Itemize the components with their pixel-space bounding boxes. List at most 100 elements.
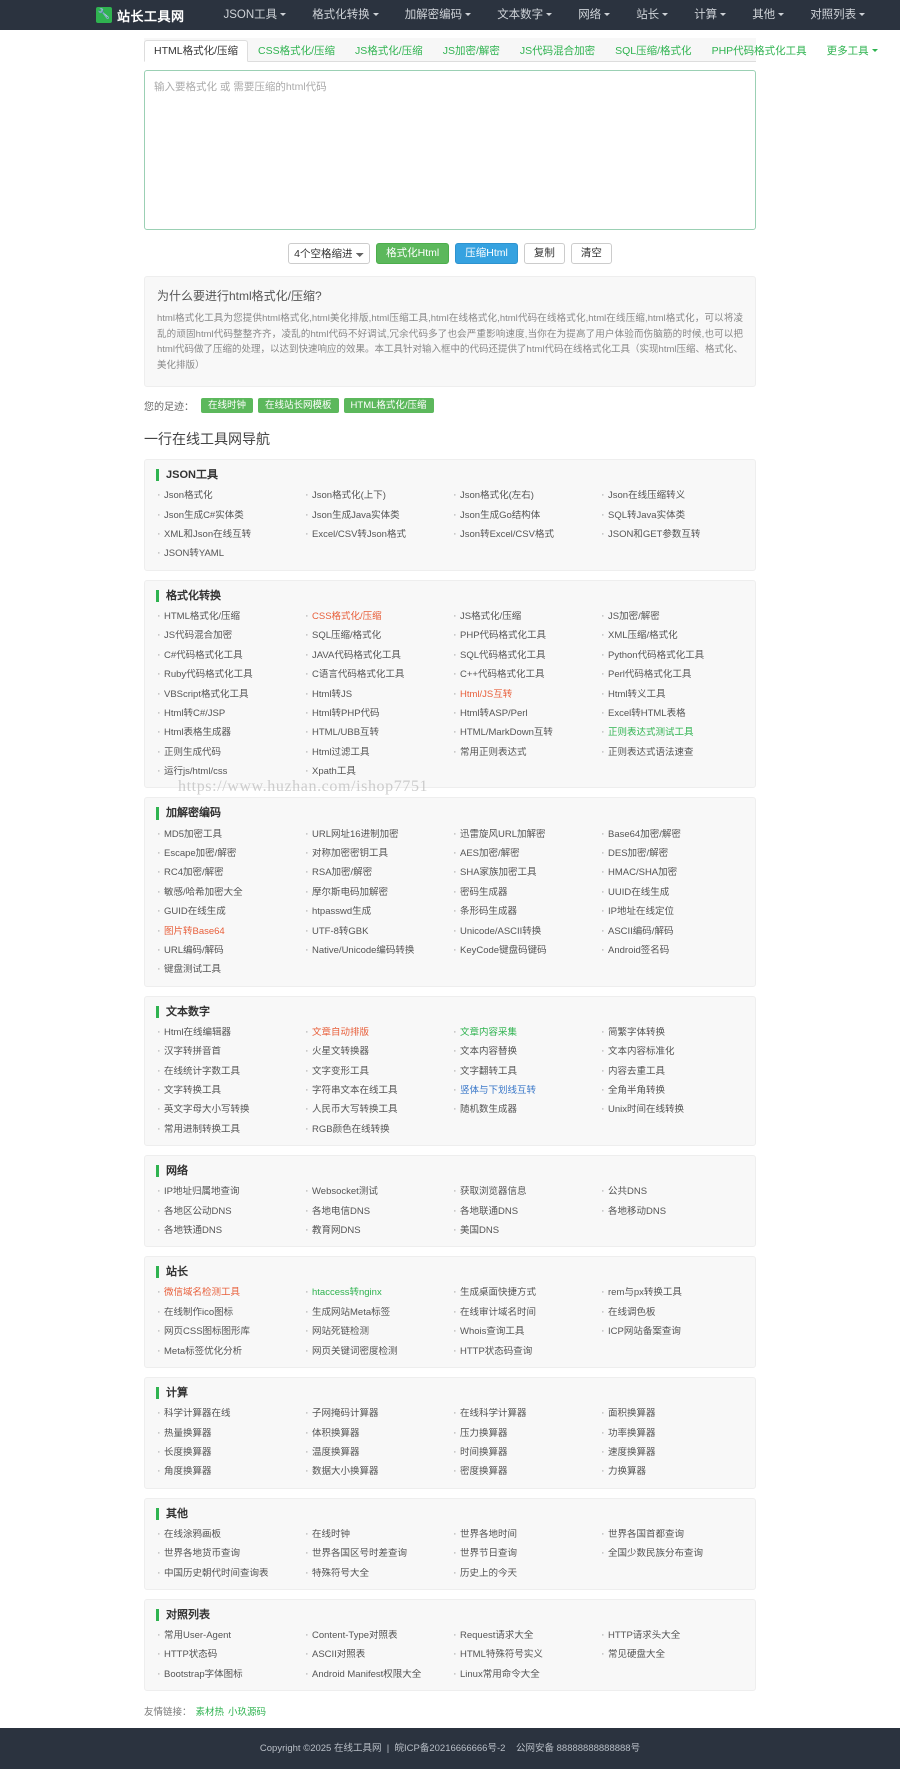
tool-link[interactable]: HTML/UBB互转 — [304, 727, 448, 738]
tool-link[interactable]: 在线统计字数工具 — [156, 1066, 300, 1077]
tool-link[interactable]: 各地铁通DNS — [156, 1225, 300, 1236]
tab-item[interactable]: JS格式化/压缩 — [345, 40, 433, 63]
tool-link[interactable]: CSS格式化/压缩 — [304, 611, 448, 622]
tool-link[interactable]: rem与px转换工具 — [600, 1287, 744, 1298]
tool-link[interactable]: Whois查询工具 — [452, 1326, 596, 1337]
tool-link[interactable]: URL编码/解码 — [156, 945, 300, 956]
tool-link[interactable]: HTML特殊符号实义 — [452, 1649, 596, 1660]
tool-link[interactable]: 世界节日查询 — [452, 1548, 596, 1559]
tool-link[interactable]: MD5加密工具 — [156, 829, 300, 840]
friendly-link[interactable]: 小玖源码 — [228, 1707, 266, 1718]
nav-item-network[interactable]: 网络 — [565, 0, 623, 30]
tool-link[interactable]: Unicode/ASCII转换 — [452, 926, 596, 937]
tool-link[interactable]: HTTP状态码查询 — [452, 1346, 596, 1357]
tool-link[interactable]: Html在线编辑器 — [156, 1027, 300, 1038]
tool-link[interactable]: 字符串文本在线工具 — [304, 1085, 448, 1096]
tool-link[interactable]: 内容去重工具 — [600, 1066, 744, 1077]
tool-link[interactable]: XML和Json在线互转 — [156, 529, 300, 540]
tab-item[interactable]: CSS格式化/压缩 — [248, 40, 345, 63]
tool-link[interactable]: 时间换算器 — [452, 1447, 596, 1458]
tool-link[interactable]: RSA加密/解密 — [304, 867, 448, 878]
tool-link[interactable]: 生成桌面快捷方式 — [452, 1287, 596, 1298]
tool-link[interactable]: C#代码格式化工具 — [156, 650, 300, 661]
tool-link[interactable]: 常见硬盘大全 — [600, 1649, 744, 1660]
tool-link[interactable]: 在线时钟 — [304, 1529, 448, 1540]
tool-link[interactable]: SQL压缩/格式化 — [304, 630, 448, 641]
tool-link[interactable]: 世界各国首都查询 — [600, 1529, 744, 1540]
tool-link[interactable]: 常用正则表达式 — [452, 747, 596, 758]
tool-link[interactable]: Json格式化 — [156, 490, 300, 501]
tool-link[interactable]: 获取浏览器信息 — [452, 1186, 596, 1197]
tool-link[interactable]: 正则表达式语法速查 — [600, 747, 744, 758]
tool-link[interactable]: Linux常用命令大全 — [452, 1669, 596, 1680]
tool-link[interactable]: RC4加密/解密 — [156, 867, 300, 878]
tool-link[interactable]: JS加密/解密 — [600, 611, 744, 622]
nav-item-calc[interactable]: 计算 — [681, 0, 739, 30]
nav-item-other[interactable]: 其他 — [739, 0, 797, 30]
tool-link[interactable]: Unix时间在线转换 — [600, 1104, 744, 1115]
tool-link[interactable]: 文章内容采集 — [452, 1027, 596, 1038]
tool-link[interactable]: Html/JS互转 — [452, 689, 596, 700]
tool-link[interactable]: PHP代码格式化工具 — [452, 630, 596, 641]
tool-link[interactable]: Json生成Go结构体 — [452, 510, 596, 521]
tool-link[interactable]: IP地址归属地查询 — [156, 1186, 300, 1197]
tool-link[interactable]: HTTP请求头大全 — [600, 1630, 744, 1641]
tool-link[interactable]: 微信域名检测工具 — [156, 1287, 300, 1298]
html-code-input[interactable] — [144, 70, 756, 230]
tool-link[interactable]: 在线科学计算器 — [452, 1408, 596, 1419]
tool-link[interactable]: 世界各国区号时差查询 — [304, 1548, 448, 1559]
tool-link[interactable]: XML压缩/格式化 — [600, 630, 744, 641]
tool-link[interactable]: 各地区公动DNS — [156, 1206, 300, 1217]
tool-link[interactable]: UUID在线生成 — [600, 887, 744, 898]
tool-link[interactable]: 汉字转拼音首 — [156, 1046, 300, 1057]
tool-link[interactable]: 各地移动DNS — [600, 1206, 744, 1217]
tool-link[interactable]: 摩尔斯电码加解密 — [304, 887, 448, 898]
tool-link[interactable]: 面积换算器 — [600, 1408, 744, 1419]
tool-link[interactable]: 在线涂鸦画板 — [156, 1529, 300, 1540]
tool-link[interactable]: C语言代码格式化工具 — [304, 669, 448, 680]
tool-link[interactable]: 文本内容标准化 — [600, 1046, 744, 1057]
tab-item[interactable]: HTML格式化/压缩 — [144, 39, 248, 62]
tool-link[interactable]: 正则表达式测试工具 — [600, 727, 744, 738]
tool-link[interactable]: Json生成C#实体类 — [156, 510, 300, 521]
tool-link[interactable]: GUID在线生成 — [156, 906, 300, 917]
tool-link[interactable]: SQL代码格式化工具 — [452, 650, 596, 661]
tool-link[interactable]: Request请求大全 — [452, 1630, 596, 1641]
tool-link[interactable]: ICP网站备案查询 — [600, 1326, 744, 1337]
tool-link[interactable]: 对称加密密钥工具 — [304, 848, 448, 859]
tool-link[interactable]: Android签名码 — [600, 945, 744, 956]
tool-link[interactable]: Json转Excel/CSV格式 — [452, 529, 596, 540]
format-html-button[interactable]: 格式化Html — [376, 243, 450, 264]
tool-link[interactable]: IP地址在线定位 — [600, 906, 744, 917]
tool-link[interactable]: C++代码格式化工具 — [452, 669, 596, 680]
tool-link[interactable]: Websocket测试 — [304, 1186, 448, 1197]
tool-link[interactable]: JAVA代码格式化工具 — [304, 650, 448, 661]
tool-link[interactable]: 教育网DNS — [304, 1225, 448, 1236]
tool-link[interactable]: 特殊符号大全 — [304, 1568, 448, 1579]
tool-link[interactable]: Python代码格式化工具 — [600, 650, 744, 661]
tool-link[interactable]: Html转JS — [304, 689, 448, 700]
footer-icp[interactable]: 皖ICP备20216666666号-2 — [395, 1743, 506, 1754]
tool-link[interactable]: Content-Type对照表 — [304, 1630, 448, 1641]
indent-select[interactable]: 4个空格缩进 — [288, 243, 371, 264]
tool-link[interactable]: AES加密/解密 — [452, 848, 596, 859]
tool-link[interactable]: Html转C#/JSP — [156, 708, 300, 719]
tool-link[interactable]: Bootstrap字体图标 — [156, 1669, 300, 1680]
tab-item[interactable]: SQL压缩/格式化 — [605, 40, 701, 63]
tool-link[interactable]: 中国历史朝代时间查询表 — [156, 1568, 300, 1579]
tool-link[interactable]: 科学计算器在线 — [156, 1408, 300, 1419]
tool-link[interactable]: 常用进制转换工具 — [156, 1124, 300, 1135]
tool-link[interactable]: 条形码生成器 — [452, 906, 596, 917]
tool-link[interactable]: 文本内容替换 — [452, 1046, 596, 1057]
friendly-link[interactable]: 素材热 — [196, 1707, 225, 1718]
tool-link[interactable]: Perl代码格式化工具 — [600, 669, 744, 680]
tool-link[interactable]: 在线审计域名时间 — [452, 1307, 596, 1318]
tool-link[interactable]: 迅雷旋风URL加解密 — [452, 829, 596, 840]
tool-link[interactable]: 网站死链检测 — [304, 1326, 448, 1337]
copy-button[interactable]: 复制 — [523, 243, 565, 264]
tool-link[interactable]: VBScript格式化工具 — [156, 689, 300, 700]
tool-link[interactable]: KeyCode键盘码键码 — [452, 945, 596, 956]
tool-link[interactable]: 世界各地货币查询 — [156, 1548, 300, 1559]
clear-button[interactable]: 清空 — [570, 243, 612, 264]
tool-link[interactable]: RGB颜色在线转换 — [304, 1124, 448, 1135]
